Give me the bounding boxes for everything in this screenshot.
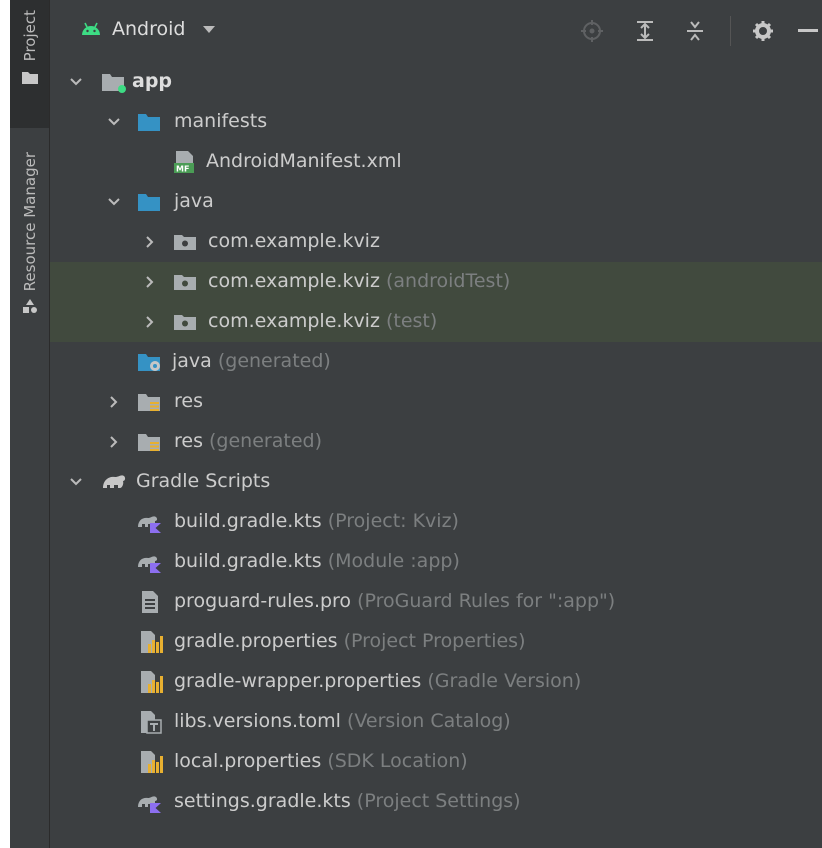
tree-node-java-generated[interactable]: java (generated): [50, 342, 822, 382]
generated-source-folder-icon: [136, 350, 164, 374]
chevron-down-icon: [70, 76, 82, 88]
tree-node-build-gradle-module[interactable]: build.gradle.kts (Module :app): [50, 542, 822, 582]
tree-label: local.properties (SDK Location): [174, 750, 468, 772]
tree-label: com.example.kviz (androidTest): [208, 270, 511, 292]
properties-file-icon: [138, 670, 166, 694]
locate-icon[interactable]: [581, 20, 603, 42]
package-icon: [172, 270, 200, 294]
hide-icon[interactable]: [798, 20, 818, 42]
resource-manager-label: Resource Manager: [20, 152, 39, 292]
tree-node-manifests[interactable]: manifests: [50, 102, 822, 142]
tree-node-gradle-scripts[interactable]: Gradle Scripts: [50, 462, 822, 502]
tree-label: res: [174, 390, 203, 412]
gradle-kts-icon: [136, 550, 164, 574]
text-file-icon: [138, 590, 166, 614]
project-tool-button[interactable]: Project: [10, 0, 49, 128]
android-icon: [80, 22, 102, 36]
chevron-right-icon: [144, 316, 156, 328]
tool-window-stripe: Project Resource Manager: [10, 0, 50, 848]
gradle-kts-icon: [136, 510, 164, 534]
tree-label: app: [132, 70, 173, 92]
tree-label: build.gradle.kts (Project: Kviz): [174, 510, 459, 532]
tree-node-settings-gradle[interactable]: settings.gradle.kts (Project Settings): [50, 782, 822, 822]
package-icon: [172, 230, 200, 254]
window-edge: [0, 0, 10, 848]
module-folder-icon: [100, 70, 128, 94]
tree-node-proguard[interactable]: proguard-rules.pro (ProGuard Rules for "…: [50, 582, 822, 622]
properties-file-icon: [138, 630, 166, 654]
tree-node-app[interactable]: app: [50, 62, 822, 102]
source-folder-icon: [136, 190, 164, 214]
folder-icon: [136, 110, 164, 134]
tree-label: com.example.kviz (test): [208, 310, 438, 332]
collapse-all-icon[interactable]: [684, 20, 706, 42]
tree-node-gradle-properties[interactable]: gradle.properties (Project Properties): [50, 622, 822, 662]
tree-node-local-properties[interactable]: local.properties (SDK Location): [50, 742, 822, 782]
view-mode-dropdown[interactable]: Android: [80, 18, 216, 40]
tree-label: Gradle Scripts: [136, 470, 271, 492]
tree-node-java[interactable]: java: [50, 182, 822, 222]
tree-node-res[interactable]: res: [50, 382, 822, 422]
tree-label: build.gradle.kts (Module :app): [174, 550, 460, 572]
tree-label: java (generated): [172, 350, 331, 372]
view-mode-label: Android: [112, 18, 186, 40]
chevron-right-icon: [144, 236, 156, 248]
tree-label: java: [174, 190, 214, 212]
tree-label: manifests: [174, 110, 268, 132]
manifest-file-icon: MF: [172, 150, 200, 174]
tree-label: libs.versions.toml (Version Catalog): [174, 710, 511, 732]
tree-label: gradle-wrapper.properties (Gradle Versio…: [174, 670, 582, 692]
tree-node-libs-versions[interactable]: libs.versions.toml (Version Catalog): [50, 702, 822, 742]
tree-label: res (generated): [174, 430, 322, 452]
tree-node-res-generated[interactable]: res (generated): [50, 422, 822, 462]
gradle-kts-icon: [136, 790, 164, 814]
settings-icon[interactable]: [752, 20, 774, 42]
chevron-right-icon: [144, 276, 156, 288]
resource-manager-icon: [22, 297, 38, 319]
resource-folder-icon: [136, 390, 164, 414]
tree-label: proguard-rules.pro (ProGuard Rules for "…: [174, 590, 616, 612]
chevron-right-icon: [108, 396, 120, 408]
project-tool-label: Project: [20, 10, 39, 62]
expand-all-icon[interactable]: [634, 20, 656, 42]
tree-label: gradle.properties (Project Properties): [174, 630, 526, 652]
tree-node-package-android-test[interactable]: com.example.kviz (androidTest): [50, 262, 822, 302]
toolbar-separator: [730, 16, 731, 46]
chevron-down-icon: [203, 25, 216, 33]
tree-node-package-test[interactable]: com.example.kviz (test): [50, 302, 822, 342]
svg-text:MF: MF: [176, 165, 189, 174]
resource-manager-tool-button[interactable]: Resource Manager: [10, 152, 49, 382]
tree-label: com.example.kviz: [208, 230, 380, 252]
project-panel: Android app manifests MF AndroidManifest…: [50, 0, 822, 848]
properties-file-icon: [138, 750, 166, 774]
resource-folder-icon: [136, 430, 164, 454]
tree-node-package-main[interactable]: com.example.kviz: [50, 222, 822, 262]
tree-label: AndroidManifest.xml: [206, 150, 402, 172]
toml-file-icon: [138, 710, 166, 734]
tree-label: settings.gradle.kts (Project Settings): [174, 790, 521, 812]
chevron-down-icon: [108, 116, 120, 128]
package-icon: [172, 310, 200, 334]
gradle-elephant-icon: [100, 470, 128, 494]
tree-node-gradle-wrapper-properties[interactable]: gradle-wrapper.properties (Gradle Versio…: [50, 662, 822, 702]
chevron-right-icon: [108, 436, 120, 448]
folder-icon: [21, 67, 38, 89]
chevron-down-icon: [108, 196, 120, 208]
tree-node-build-gradle-project[interactable]: build.gradle.kts (Project: Kviz): [50, 502, 822, 542]
project-toolbar: Android: [50, 0, 822, 60]
chevron-down-icon: [70, 476, 82, 488]
tree-node-android-manifest[interactable]: MF AndroidManifest.xml: [50, 142, 822, 182]
